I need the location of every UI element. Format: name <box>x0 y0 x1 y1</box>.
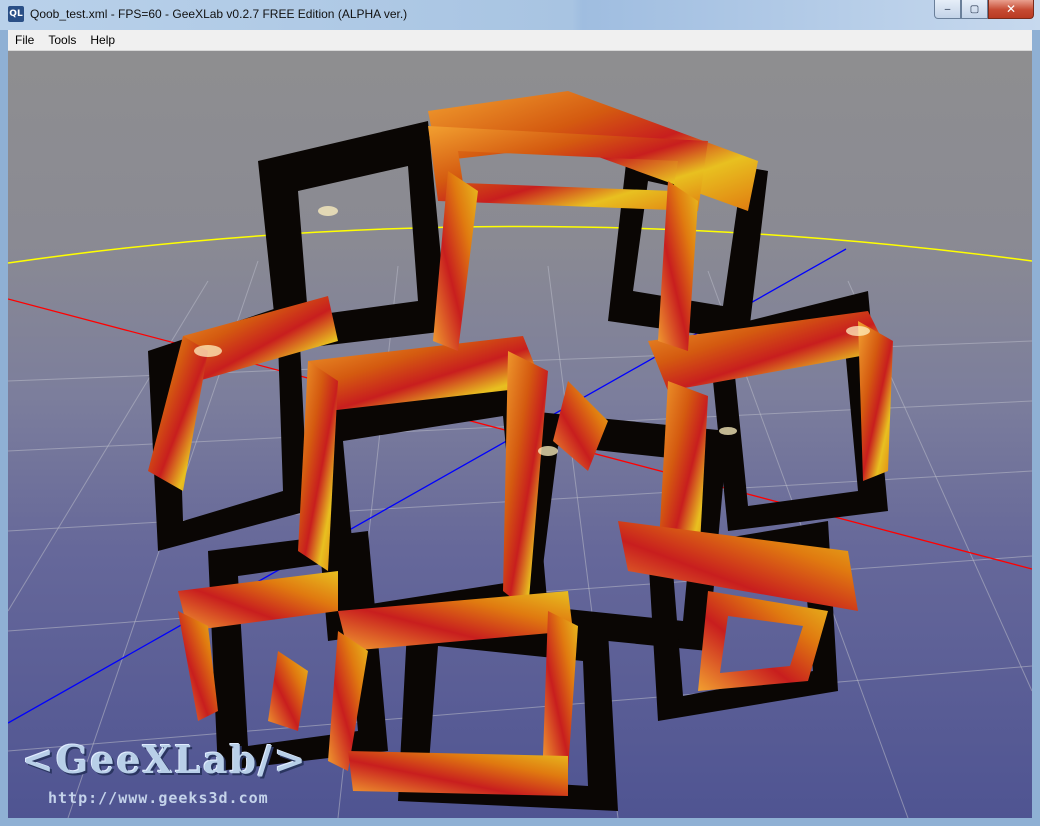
app-icon[interactable]: QL <box>8 6 24 22</box>
menu-tools[interactable]: Tools <box>41 30 83 50</box>
menu-help[interactable]: Help <box>83 30 122 50</box>
qoob-mesh <box>148 91 893 811</box>
maximize-icon: ▢ <box>969 3 980 15</box>
menu-bar: File Tools Help <box>8 30 1032 51</box>
geexlab-logo: <GeeXLab/> <box>22 737 308 782</box>
window-controls: ‒ ▢ ✕ <box>934 0 1034 20</box>
3d-viewport[interactable]: <GeeXLab/> http://www.geeks3d.com <box>8 51 1032 818</box>
minimize-button[interactable]: ‒ <box>934 0 961 19</box>
app-window: QL Qoob_test.xml - FPS=60 - GeeXLab v0.2… <box>0 0 1040 826</box>
geeks3d-url: http://www.geeks3d.com <box>48 789 269 807</box>
maximize-button[interactable]: ▢ <box>961 0 988 19</box>
minimize-icon: ‒ <box>944 3 951 15</box>
title-bar[interactable]: QL Qoob_test.xml - FPS=60 - GeeXLab v0.2… <box>0 0 1040 30</box>
scene-canvas <box>8 91 1032 818</box>
close-button[interactable]: ✕ <box>988 0 1034 19</box>
axis-y-ring <box>8 225 1032 264</box>
window-title: Qoob_test.xml - FPS=60 - GeeXLab v0.2.7 … <box>30 7 408 21</box>
close-icon: ✕ <box>1005 2 1017 16</box>
menu-file[interactable]: File <box>8 30 41 50</box>
